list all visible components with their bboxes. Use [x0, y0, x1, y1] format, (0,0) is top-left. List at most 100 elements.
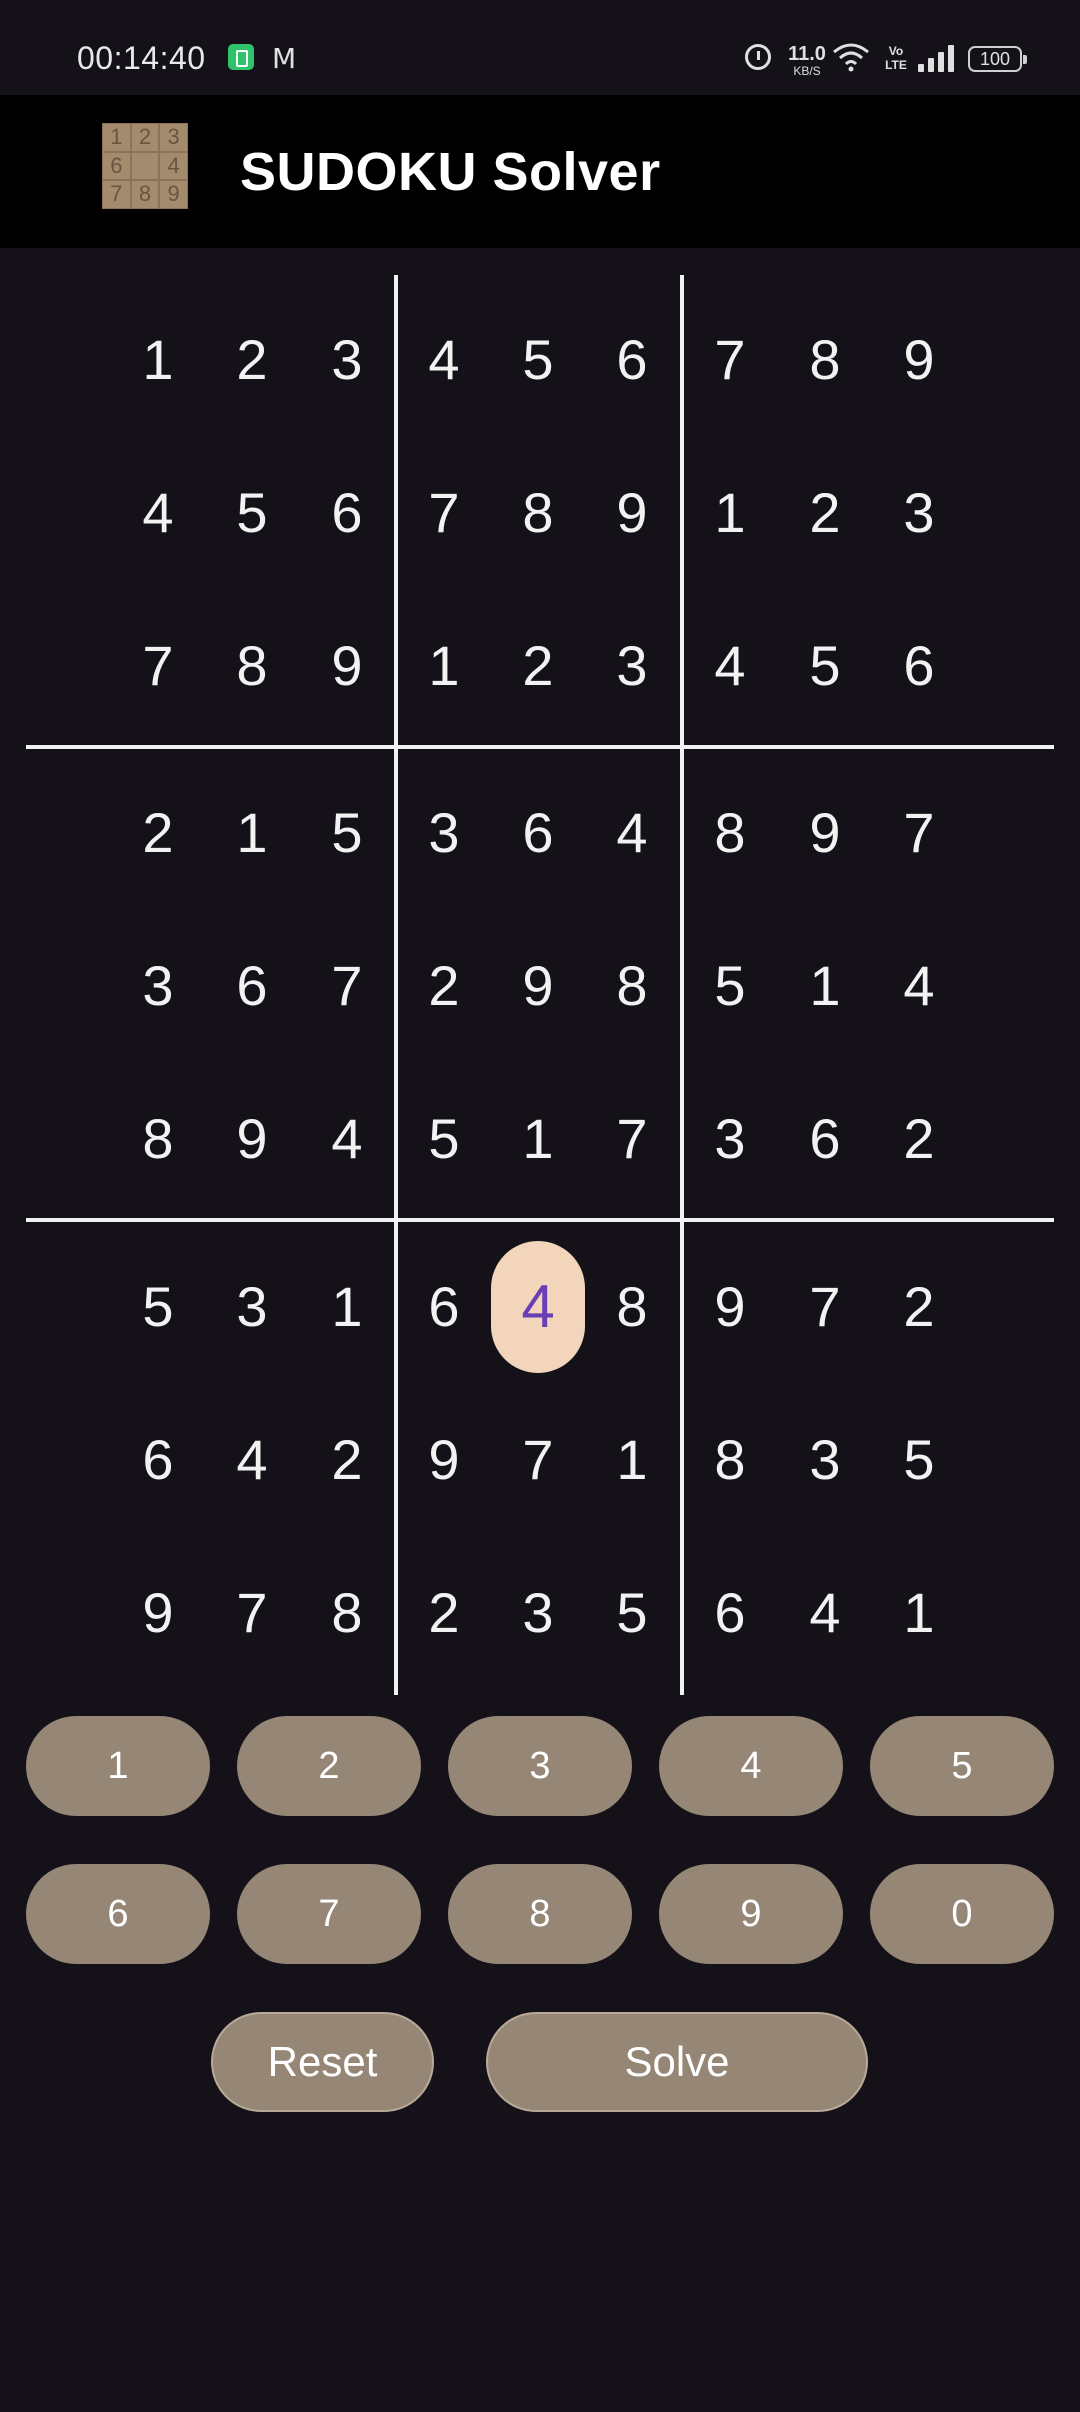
sudoku-cell-r5-c8[interactable]: 1 [775, 916, 875, 1056]
sudoku-cell-r3-c9[interactable]: 6 [869, 596, 969, 736]
keypad-button-4[interactable]: 4 [659, 1716, 843, 1816]
sudoku-cell-r5-c6[interactable]: 8 [582, 916, 682, 1056]
sudoku-cell-r5-c2[interactable]: 6 [202, 916, 302, 1056]
sudoku-cell-r4-c7[interactable]: 8 [680, 763, 780, 903]
sudoku-cell-r5-c4[interactable]: 2 [394, 916, 494, 1056]
sudoku-cell-r9-c2[interactable]: 7 [202, 1543, 302, 1683]
sudoku-cell-r9-c8[interactable]: 4 [775, 1543, 875, 1683]
network-speed-unit: KB/S [793, 64, 821, 78]
keypad-button-8[interactable]: 8 [448, 1864, 632, 1964]
logo-digit: 2 [130, 123, 160, 152]
sudoku-cell-r6-c3[interactable]: 4 [297, 1069, 397, 1209]
sudoku-cell-r4-c6[interactable]: 4 [582, 763, 682, 903]
sudoku-cell-r3-c3[interactable]: 9 [297, 596, 397, 736]
sudoku-cell-r9-c3[interactable]: 8 [297, 1543, 397, 1683]
sudoku-cell-r2-c7[interactable]: 1 [680, 443, 780, 583]
sudoku-cell-r1-c1[interactable]: 1 [108, 290, 208, 430]
sudoku-cell-r2-c9[interactable]: 3 [869, 443, 969, 583]
sudoku-cell-r8-c9[interactable]: 5 [869, 1390, 969, 1530]
sudoku-cell-r2-c6[interactable]: 9 [582, 443, 682, 583]
sudoku-cell-r4-c1[interactable]: 2 [108, 763, 208, 903]
app-logo: 12364789 [102, 123, 188, 209]
sudoku-cell-r5-c1[interactable]: 3 [108, 916, 208, 1056]
sudoku-cell-r2-c2[interactable]: 5 [202, 443, 302, 583]
sudoku-cell-r8-c6[interactable]: 1 [582, 1390, 682, 1530]
sudoku-cell-r7-c2[interactable]: 3 [202, 1237, 302, 1377]
sudoku-cell-r6-c7[interactable]: 3 [680, 1069, 780, 1209]
sudoku-cell-r3-c6[interactable]: 3 [582, 596, 682, 736]
keypad-button-1[interactable]: 1 [26, 1716, 210, 1816]
sudoku-cell-r7-c1[interactable]: 5 [108, 1237, 208, 1377]
sudoku-cell-r8-c3[interactable]: 2 [297, 1390, 397, 1530]
sudoku-cell-r7-c6[interactable]: 8 [582, 1237, 682, 1377]
sudoku-cell-r1-c5[interactable]: 5 [488, 290, 588, 430]
sudoku-cell-r8-c7[interactable]: 8 [680, 1390, 780, 1530]
sudoku-cell-r7-c8[interactable]: 7 [775, 1237, 875, 1377]
sudoku-cell-r3-c8[interactable]: 5 [775, 596, 875, 736]
sudoku-cell-r6-c8[interactable]: 6 [775, 1069, 875, 1209]
sudoku-cell-r1-c8[interactable]: 8 [775, 290, 875, 430]
sudoku-cell-r1-c9[interactable]: 9 [869, 290, 969, 430]
sudoku-cell-r3-c5[interactable]: 2 [488, 596, 588, 736]
sudoku-cell-r9-c4[interactable]: 2 [394, 1543, 494, 1683]
sudoku-cell-r7-c4[interactable]: 6 [394, 1237, 494, 1377]
sudoku-cell-r4-c8[interactable]: 9 [775, 763, 875, 903]
sudoku-cell-r5-c9[interactable]: 4 [869, 916, 969, 1056]
sudoku-cell-r6-c2[interactable]: 9 [202, 1069, 302, 1209]
keypad-button-3[interactable]: 3 [448, 1716, 632, 1816]
sudoku-cell-r3-c1[interactable]: 7 [108, 596, 208, 736]
sudoku-cell-r9-c1[interactable]: 9 [108, 1543, 208, 1683]
keypad-button-0[interactable]: 0 [870, 1864, 1054, 1964]
sudoku-cell-r2-c3[interactable]: 6 [297, 443, 397, 583]
volte-label: Vo LTE [885, 44, 907, 72]
sudoku-cell-r3-c2[interactable]: 8 [202, 596, 302, 736]
sudoku-cell-r6-c1[interactable]: 8 [108, 1069, 208, 1209]
sudoku-cell-r2-c8[interactable]: 2 [775, 443, 875, 583]
sudoku-cell-r7-c9[interactable]: 2 [869, 1237, 969, 1377]
sudoku-cell-r5-c3[interactable]: 7 [297, 916, 397, 1056]
sudoku-cell-r9-c7[interactable]: 6 [680, 1543, 780, 1683]
sudoku-cell-r9-c9[interactable]: 1 [869, 1543, 969, 1683]
sudoku-cell-r3-c4[interactable]: 1 [394, 596, 494, 736]
keypad-button-9[interactable]: 9 [659, 1864, 843, 1964]
sudoku-cell-r7-c7[interactable]: 9 [680, 1237, 780, 1377]
sudoku-cell-r7-c5[interactable]: 4 [488, 1237, 588, 1377]
sudoku-cell-r9-c6[interactable]: 5 [582, 1543, 682, 1683]
sudoku-cell-r2-c1[interactable]: 4 [108, 443, 208, 583]
reset-button[interactable]: Reset [211, 2012, 434, 2112]
sudoku-cell-r8-c4[interactable]: 9 [394, 1390, 494, 1530]
sudoku-cell-r1-c4[interactable]: 4 [394, 290, 494, 430]
sudoku-cell-r7-c3[interactable]: 1 [297, 1237, 397, 1377]
keypad-button-7[interactable]: 7 [237, 1864, 421, 1964]
sudoku-cell-r6-c4[interactable]: 5 [394, 1069, 494, 1209]
sudoku-cell-r1-c3[interactable]: 3 [297, 290, 397, 430]
sudoku-cell-r6-c9[interactable]: 2 [869, 1069, 969, 1209]
sudoku-cell-r4-c2[interactable]: 1 [202, 763, 302, 903]
sudoku-cell-r8-c1[interactable]: 6 [108, 1390, 208, 1530]
sudoku-cell-r2-c5[interactable]: 8 [488, 443, 588, 583]
sudoku-cell-r8-c8[interactable]: 3 [775, 1390, 875, 1530]
sudoku-cell-r6-c6[interactable]: 7 [582, 1069, 682, 1209]
sudoku-cell-r4-c4[interactable]: 3 [394, 763, 494, 903]
sudoku-cell-r2-c4[interactable]: 7 [394, 443, 494, 583]
sudoku-cell-r5-c5[interactable]: 9 [488, 916, 588, 1056]
sudoku-cell-r4-c5[interactable]: 6 [488, 763, 588, 903]
battery-icon: 100 [968, 46, 1027, 72]
sudoku-cell-r4-c3[interactable]: 5 [297, 763, 397, 903]
sudoku-cell-r9-c5[interactable]: 3 [488, 1543, 588, 1683]
keypad-button-6[interactable]: 6 [26, 1864, 210, 1964]
logo-digit: 1 [102, 123, 131, 152]
sudoku-cell-r1-c7[interactable]: 7 [680, 290, 780, 430]
sudoku-cell-r8-c2[interactable]: 4 [202, 1390, 302, 1530]
sudoku-cell-r4-c9[interactable]: 7 [869, 763, 969, 903]
sudoku-cell-r5-c7[interactable]: 5 [680, 916, 780, 1056]
sudoku-cell-r1-c6[interactable]: 6 [582, 290, 682, 430]
keypad-button-5[interactable]: 5 [870, 1716, 1054, 1816]
solve-button[interactable]: Solve [486, 2012, 868, 2112]
sudoku-cell-r1-c2[interactable]: 2 [202, 290, 302, 430]
sudoku-cell-r8-c5[interactable]: 7 [488, 1390, 588, 1530]
keypad-button-2[interactable]: 2 [237, 1716, 421, 1816]
sudoku-cell-r3-c7[interactable]: 4 [680, 596, 780, 736]
battery-saver-icon [228, 44, 254, 70]
sudoku-cell-r6-c5[interactable]: 1 [488, 1069, 588, 1209]
